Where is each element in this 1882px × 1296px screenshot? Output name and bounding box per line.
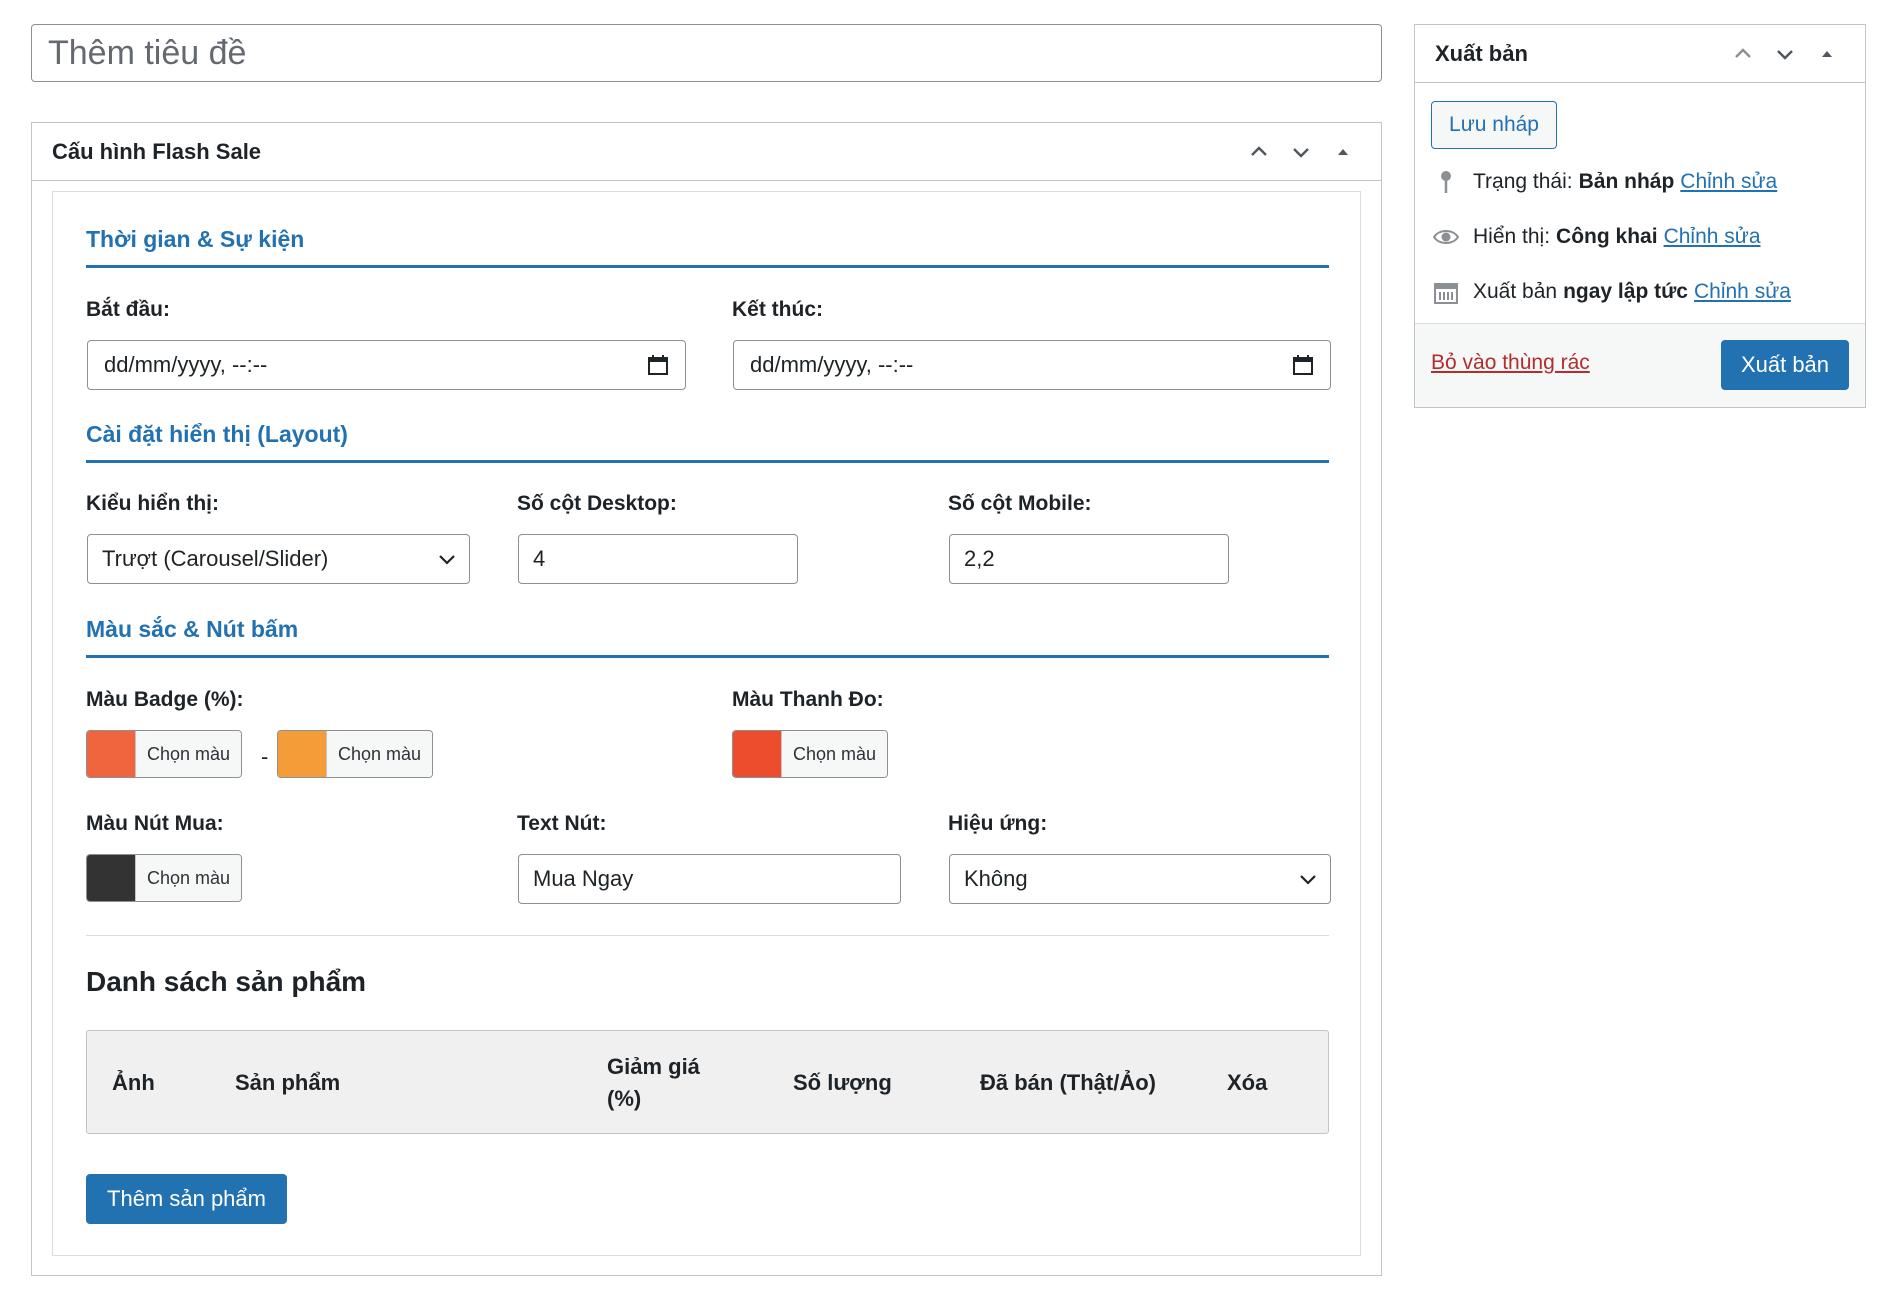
desktop-cols-input[interactable] (518, 534, 798, 584)
bar-color-picker[interactable]: Chọn màu (732, 730, 888, 778)
calendar-icon (1431, 277, 1461, 307)
publish-handle-actions (1725, 36, 1845, 72)
display-type-value: Trượt (Carousel/Slider) (102, 546, 329, 571)
publish-header: Xuất bản (1415, 25, 1865, 83)
desktop-cols-label: Số cột Desktop: (517, 492, 677, 515)
column-header-image: Ảnh (112, 1070, 155, 1095)
section-divider (86, 935, 1329, 936)
section-title-colors: Màu sắc & Nút bấm (86, 616, 1329, 658)
buy-color-label: Màu Nút Mua: (86, 812, 224, 835)
publish-metabox: Xuất bản Lưu nháp Trạng thái: Bản nháp C… (1414, 24, 1866, 408)
end-label: Kết thúc: (732, 298, 823, 321)
toggle-panel-icon[interactable] (1809, 36, 1845, 72)
visibility-value: Công khai (1556, 225, 1658, 248)
flash-sale-metabox: Cấu hình Flash Sale Thời gian & Sự kiện … (31, 122, 1382, 1276)
add-product-button[interactable]: Thêm sản phẩm (86, 1174, 287, 1224)
calendar-icon (648, 355, 668, 375)
column-header-product: Sản phẩm (235, 1070, 341, 1095)
edit-status-link[interactable]: Chỉnh sửa (1680, 170, 1777, 194)
bar-color-label: Màu Thanh Đo: (732, 688, 884, 711)
buy-color-swatch (87, 855, 135, 901)
flash-sale-title: Cấu hình Flash Sale (52, 138, 262, 164)
badge-color-label: Màu Badge (%): (86, 688, 244, 711)
choose-color-label: Chọn màu (135, 731, 241, 777)
calendar-icon (1293, 355, 1313, 375)
visibility-label: Hiển thị: (1473, 225, 1551, 248)
toggle-panel-icon[interactable] (1325, 134, 1361, 170)
bar-color-swatch (733, 731, 781, 777)
display-type-label: Kiểu hiển thị: (86, 492, 219, 515)
pin-icon (1431, 167, 1461, 197)
chevron-down-icon (439, 555, 455, 565)
product-list-heading: Danh sách sản phẩm (86, 966, 367, 997)
status-value: Bản nháp (1578, 170, 1675, 193)
schedule-row: Xuất bản ngay lập tức Chỉnh sửa (1431, 277, 1791, 307)
button-text-label: Text Nút: (517, 812, 607, 835)
post-title-wrapper (31, 24, 1382, 82)
product-table-header: Ảnh Sản phẩm Giảm giá (%) Số lượng Đã bá… (86, 1030, 1329, 1134)
move-down-icon[interactable] (1767, 36, 1803, 72)
post-title-input[interactable] (32, 25, 1381, 81)
flash-sale-header: Cấu hình Flash Sale (32, 123, 1381, 181)
display-type-select[interactable]: Trượt (Carousel/Slider) (87, 534, 470, 584)
start-datetime-value: dd/mm/yyyy, --:-- (104, 352, 268, 377)
section-title-layout: Cài đặt hiển thị (Layout) (86, 421, 1329, 463)
mobile-cols-label: Số cột Mobile: (948, 492, 1092, 515)
button-text-input[interactable] (518, 854, 901, 904)
schedule-value: ngay lập tức (1563, 280, 1688, 303)
effect-label: Hiệu ứng: (948, 812, 1048, 835)
schedule-label: Xuất bản (1473, 280, 1558, 303)
end-datetime-input[interactable]: dd/mm/yyyy, --:-- (733, 340, 1331, 390)
end-datetime-value: dd/mm/yyyy, --:-- (750, 352, 914, 377)
status-row: Trạng thái: Bản nháp Chỉnh sửa (1431, 167, 1777, 197)
choose-color-label: Chọn màu (326, 731, 432, 777)
publish-button[interactable]: Xuất bản (1721, 340, 1849, 390)
badge-color-swatch-1 (87, 731, 135, 777)
choose-color-label: Chọn màu (135, 855, 241, 901)
chevron-down-icon (1300, 875, 1316, 885)
move-to-trash-link[interactable]: Bỏ vào thùng rác (1431, 351, 1590, 375)
column-header-quantity: Số lượng (793, 1070, 892, 1095)
save-draft-button[interactable]: Lưu nháp (1431, 101, 1557, 149)
visibility-row: Hiển thị: Công khai Chỉnh sửa (1431, 222, 1761, 252)
edit-schedule-link[interactable]: Chỉnh sửa (1694, 280, 1791, 304)
move-down-icon[interactable] (1283, 134, 1319, 170)
column-header-discount: Giảm giá (%) (607, 1054, 700, 1111)
badge-color-separator: - (261, 744, 269, 769)
start-label: Bắt đầu: (86, 298, 170, 321)
start-datetime-input[interactable]: dd/mm/yyyy, --:-- (87, 340, 686, 390)
status-label: Trạng thái: (1473, 170, 1573, 193)
column-header-delete: Xóa (1227, 1070, 1268, 1095)
eye-icon (1431, 222, 1461, 252)
badge-color-picker-2[interactable]: Chọn màu (277, 730, 433, 778)
choose-color-label: Chọn màu (781, 731, 887, 777)
move-up-icon[interactable] (1241, 134, 1277, 170)
flash-sale-panel: Thời gian & Sự kiện Bắt đầu: dd/mm/yyyy,… (52, 191, 1361, 1256)
effect-select[interactable]: Không (949, 854, 1331, 904)
publish-major-actions: Bỏ vào thùng rác Xuất bản (1415, 323, 1865, 407)
flash-sale-handle-actions (1241, 134, 1361, 170)
buy-color-picker[interactable]: Chọn màu (86, 854, 242, 902)
publish-title: Xuất bản (1435, 40, 1528, 66)
column-header-sold: Đã bán (Thật/Ảo) (980, 1070, 1156, 1095)
badge-color-picker-1[interactable]: Chọn màu (86, 730, 242, 778)
effect-value: Không (964, 866, 1028, 891)
edit-visibility-link[interactable]: Chỉnh sửa (1664, 225, 1761, 249)
mobile-cols-input[interactable] (949, 534, 1229, 584)
move-up-icon[interactable] (1725, 36, 1761, 72)
badge-color-swatch-2 (278, 731, 326, 777)
section-title-time: Thời gian & Sự kiện (86, 226, 1329, 268)
